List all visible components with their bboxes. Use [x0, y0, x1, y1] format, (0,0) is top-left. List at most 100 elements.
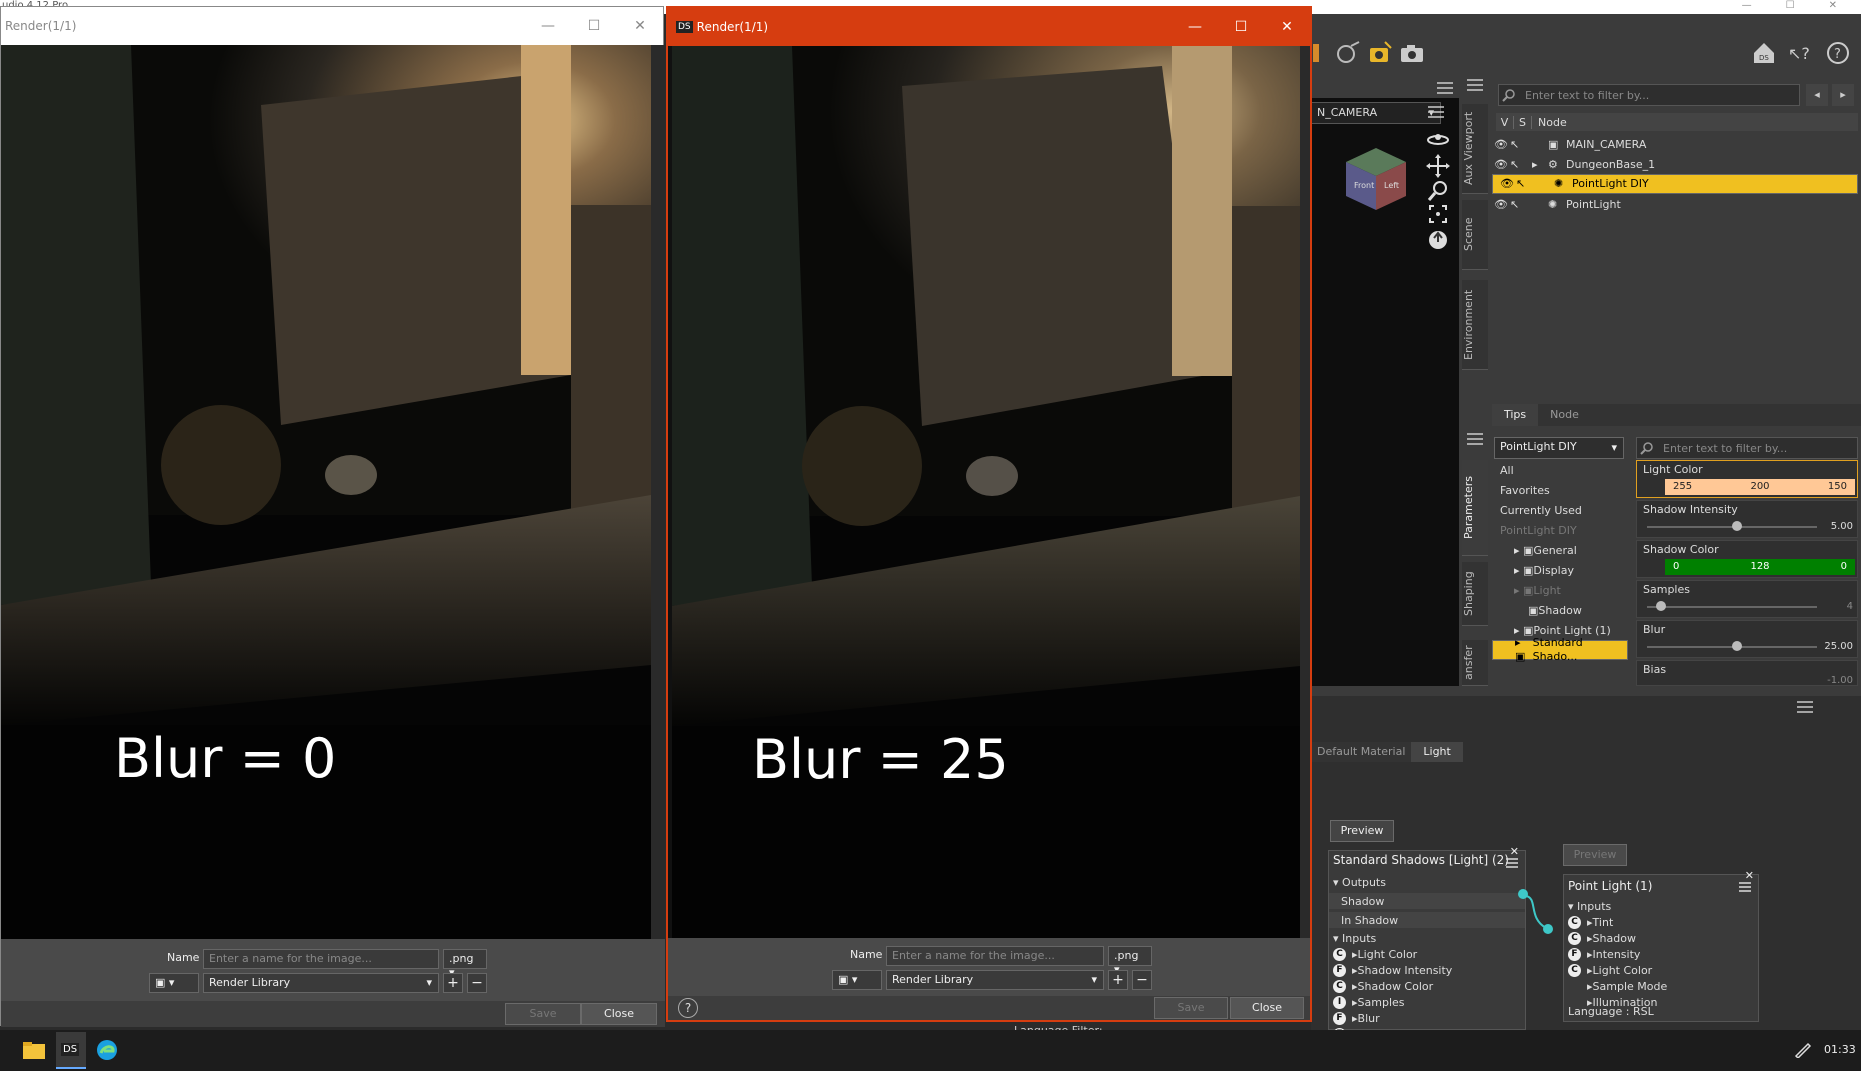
params-tabs-menu-icon[interactable]: [1466, 432, 1484, 446]
samples-slider[interactable]: [1647, 601, 1817, 611]
home-icon[interactable]: DS: [1751, 40, 1777, 66]
pan-icon[interactable]: [1426, 154, 1450, 178]
gizmo-icon[interactable]: [1311, 40, 1331, 66]
shadow-color-swatch[interactable]: 0 128 0: [1665, 559, 1855, 575]
view-cube-icon[interactable]: Front Left: [1340, 144, 1412, 216]
camera-select[interactable]: N_CAMERA▾: [1311, 102, 1441, 124]
tab-parameters[interactable]: Parameters: [1462, 460, 1488, 556]
preview-button-2[interactable]: Preview: [1563, 844, 1627, 866]
render-window-left[interactable]: Render(1/1) — ☐ ✕ Blur = 0 Name : Enter …: [0, 6, 665, 1027]
maximize-icon[interactable]: ☐: [1218, 8, 1264, 46]
outputs-group[interactable]: ▾ Outputs: [1329, 875, 1525, 890]
remove-button[interactable]: −: [467, 973, 487, 993]
shadow-intensity-slider[interactable]: [1647, 521, 1817, 531]
input-row[interactable]: F ▸ Shadow Intensity: [1329, 963, 1525, 978]
tab-scene[interactable]: Scene: [1462, 200, 1488, 270]
library-select[interactable]: Render Library ▾: [886, 970, 1104, 990]
light-tool-icon[interactable]: [1335, 40, 1361, 66]
viewport-options-icon[interactable]: [1426, 104, 1446, 120]
slider-knob[interactable]: [1732, 521, 1742, 531]
param-value[interactable]: 5.00: [1831, 521, 1853, 532]
remove-button[interactable]: −: [1132, 970, 1152, 990]
cursor-icon[interactable]: ↖: [1510, 198, 1532, 211]
close-icon[interactable]: ✕: [617, 7, 663, 45]
close-icon[interactable]: ✕: [1264, 8, 1310, 46]
reset-view-icon[interactable]: [1429, 231, 1447, 249]
scene-node-pointlight-diy[interactable]: 👁 ↖ ✺ PointLight DIY: [1492, 174, 1858, 194]
param-light-color[interactable]: Light Color 255 200 150: [1636, 460, 1858, 498]
param-category-item[interactable]: All: [1492, 460, 1628, 480]
light-color-swatch[interactable]: 255 200 150: [1665, 479, 1855, 495]
cursor-icon[interactable]: ↖: [1510, 158, 1532, 171]
param-samples[interactable]: Samples 4: [1636, 580, 1858, 618]
side-tabs-menu-icon[interactable]: [1466, 78, 1484, 92]
input-row[interactable]: C ▸ Shadow: [1564, 931, 1758, 946]
add-button[interactable]: +: [1108, 970, 1128, 990]
scene-prev-button[interactable]: ◂: [1806, 84, 1828, 106]
edge-browser-icon[interactable]: [96, 1039, 118, 1061]
maximize-icon[interactable]: ☐: [571, 7, 617, 45]
spotlight-icon[interactable]: [1367, 40, 1393, 66]
param-value[interactable]: 25.00: [1824, 641, 1853, 652]
eye-icon[interactable]: 👁: [1498, 177, 1516, 191]
scene-node-pointlight[interactable]: 👁 ↖ ✺ PointLight: [1492, 194, 1858, 214]
cursor-icon[interactable]: ↖: [1516, 177, 1538, 191]
eye-icon[interactable]: 👁: [1492, 138, 1510, 151]
output-shadow[interactable]: Shadow: [1329, 893, 1525, 909]
col-visible[interactable]: V: [1496, 115, 1514, 129]
format-select[interactable]: .png ▾: [1108, 946, 1152, 976]
library-icon-select[interactable]: ▣ ▾: [149, 973, 199, 993]
library-icon-select[interactable]: ▣ ▾: [832, 970, 882, 990]
eye-icon[interactable]: 👁: [1492, 158, 1510, 171]
param-category-item[interactable]: PointLight DIY: [1492, 520, 1628, 540]
param-shadow-color[interactable]: Shadow Color 0 128 0: [1636, 540, 1858, 578]
input-row[interactable]: I ▸ Samples: [1329, 995, 1525, 1010]
param-category-item[interactable]: ▸ ▣ General: [1492, 540, 1628, 560]
input-row[interactable]: ▸ Sample Mode: [1564, 979, 1758, 994]
param-category-item[interactable]: ▸ ▣ Light: [1492, 580, 1628, 600]
expand-icon[interactable]: ▸: [1532, 158, 1548, 171]
add-button[interactable]: +: [443, 973, 463, 993]
minimize-icon[interactable]: —: [525, 7, 571, 45]
shadow-color-g[interactable]: 128: [1750, 559, 1769, 575]
app-maximize-icon[interactable]: ☐: [1786, 0, 1795, 14]
tab-aux-viewport[interactable]: Aux Viewport: [1462, 104, 1488, 194]
collapse-icon[interactable]: ▾: [1333, 876, 1342, 889]
shadow-color-r[interactable]: 0: [1673, 559, 1679, 575]
tab-environment[interactable]: Environment: [1462, 280, 1488, 370]
image-name-input[interactable]: Enter a name for the image...: [886, 946, 1104, 966]
param-node-select[interactable]: PointLight DIY ▾: [1494, 437, 1624, 459]
save-button[interactable]: Save: [1154, 997, 1228, 1019]
input-row[interactable]: C ▸ Shadow Color: [1329, 979, 1525, 994]
scene-node-main-camera[interactable]: 👁 ↖ ▣ MAIN_CAMERA: [1492, 134, 1858, 154]
cursor-icon[interactable]: ↖: [1510, 138, 1532, 151]
param-category-item[interactable]: ▸ ▣ Standard Shado...: [1492, 636, 1628, 663]
shadow-color-b[interactable]: 0: [1841, 559, 1847, 575]
inputs-group[interactable]: ▾ Inputs: [1329, 931, 1525, 946]
preview-button[interactable]: Preview: [1330, 820, 1394, 842]
param-category-item[interactable]: ▸ ▣ Display: [1492, 560, 1628, 580]
file-explorer-icon[interactable]: [22, 1040, 46, 1060]
param-shadow-intensity[interactable]: Shadow Intensity 5.00: [1636, 500, 1858, 538]
col-node[interactable]: Node: [1532, 116, 1567, 129]
minimize-icon[interactable]: —: [1172, 8, 1218, 46]
taskbar-daz-button[interactable]: DS: [56, 1032, 86, 1069]
frame-icon[interactable]: [1429, 205, 1447, 223]
input-row[interactable]: C ▸ Light Color: [1329, 947, 1525, 962]
input-row[interactable]: F ▸ Blur: [1329, 1011, 1525, 1026]
shadows-node[interactable]: Standard Shadows [Light] (2) ✕ ▾ Outputs…: [1328, 845, 1526, 1041]
eye-icon[interactable]: 👁: [1492, 198, 1510, 211]
light-color-r[interactable]: 255: [1673, 479, 1692, 495]
tab-light[interactable]: Light: [1411, 742, 1463, 762]
point-light-node[interactable]: Point Light (1) ✕ ▾ Inputs C ▸ Tint C ▸ Sha…: [1563, 869, 1759, 1022]
app-minimize-icon[interactable]: —: [1742, 0, 1752, 14]
input-row[interactable]: C ▸ Light Color: [1564, 963, 1758, 978]
param-value[interactable]: -1.00: [1827, 675, 1853, 685]
inputs-group[interactable]: ▾ Inputs: [1564, 899, 1758, 914]
zoom-icon[interactable]: [1427, 181, 1447, 201]
viewport-menu-icon[interactable]: [1437, 82, 1453, 94]
close-button[interactable]: Close: [1230, 997, 1304, 1019]
light-color-g[interactable]: 200: [1750, 479, 1769, 495]
param-filter-input[interactable]: Enter text to filter by...: [1636, 437, 1858, 459]
tab-default-material[interactable]: Default Material: [1311, 742, 1412, 762]
